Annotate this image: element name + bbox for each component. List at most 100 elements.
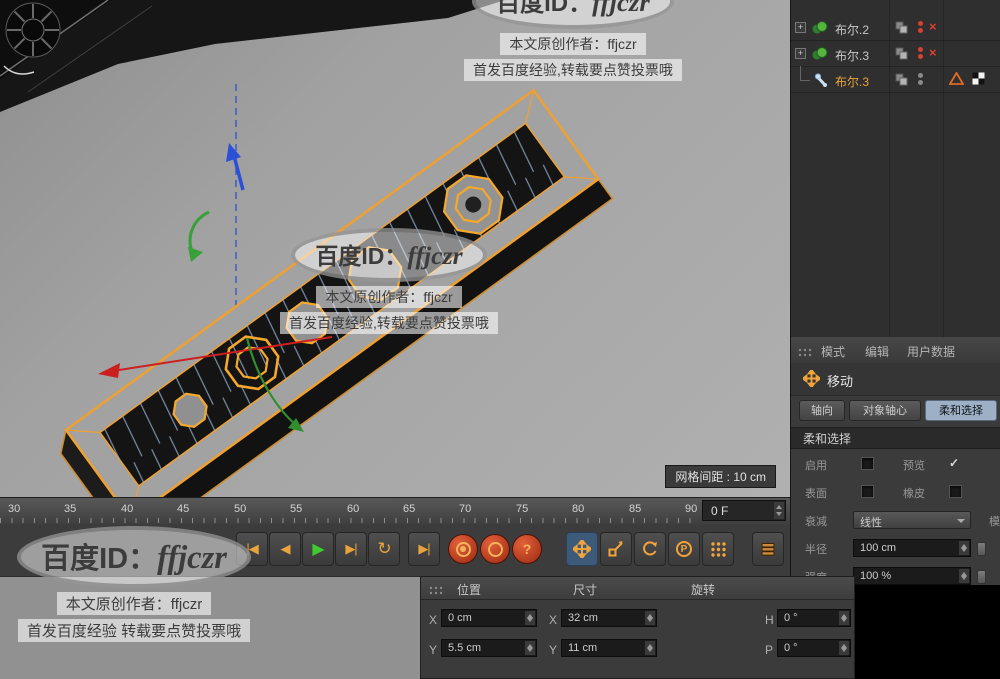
frame-tick: 60: [347, 503, 360, 515]
soft-selection-button[interactable]: 柔和选择: [925, 400, 997, 421]
size-y-field[interactable]: 11 cm: [561, 639, 657, 657]
spinner-arrows[interactable]: [645, 641, 655, 655]
pos-x-field[interactable]: 0 cm: [441, 609, 537, 627]
frame-tick: 80: [572, 503, 585, 515]
visibility-dots-icon[interactable]: [918, 46, 924, 62]
panel-grip-icon[interactable]: [429, 583, 443, 601]
falloff-dropdown[interactable]: 线性: [853, 511, 971, 529]
active-tool-header: 移动: [791, 363, 1000, 396]
radius-field[interactable]: 100 cm: [853, 539, 971, 557]
spinner-arrows[interactable]: [525, 641, 535, 655]
spinner-arrows[interactable]: [525, 611, 535, 625]
layer-icon[interactable]: [895, 73, 908, 86]
last-tool-button[interactable]: P: [668, 532, 700, 566]
pos-y-field[interactable]: 5.5 cm: [441, 639, 537, 657]
watermark-author-line: 本文原创作者：ffjczr: [500, 33, 646, 55]
boolean-object-icon: [811, 46, 829, 62]
radius-value: 100 cm: [860, 542, 897, 554]
grid-spacing-badge: 网格间距 : 10 cm: [665, 465, 776, 488]
tool-title: 移动: [827, 374, 854, 389]
rot-p-field[interactable]: 0 °: [777, 639, 851, 657]
rot-h-field[interactable]: 0 °: [777, 609, 851, 627]
rot-h-label: H: [765, 613, 774, 627]
object-label[interactable]: 布尔.3: [835, 73, 869, 90]
spinner-arrows[interactable]: [839, 641, 849, 655]
rotation-header: 旋转: [691, 583, 716, 597]
bone-object-icon: [813, 72, 831, 88]
position-header: 位置: [457, 583, 482, 597]
loop-playback-button[interactable]: ↻: [368, 532, 400, 566]
watermark-slogan-line: 首发百度经验,转载要点赞投票哦: [280, 312, 498, 334]
rotate-tool-button[interactable]: [634, 532, 666, 566]
surface-label: 表面: [805, 488, 827, 500]
watermark-oval: 百度ID：ffjczr: [291, 228, 487, 282]
frame-tick: 50: [234, 503, 247, 515]
disabled-icon[interactable]: ×: [929, 45, 937, 60]
help-keyframe-button[interactable]: ?: [512, 534, 542, 564]
snap-grid-button[interactable]: [702, 532, 734, 566]
move-tool-icon: [801, 368, 822, 392]
goto-end-button[interactable]: ▶|: [408, 532, 440, 566]
object-row[interactable]: + 布尔.3 ×: [791, 42, 1000, 67]
texture-checker-tag-icon[interactable]: [971, 71, 986, 90]
object-label[interactable]: 布尔.2: [835, 21, 869, 38]
frame-tick: 70: [459, 503, 472, 515]
object-axis-button[interactable]: 对象轴心: [849, 400, 921, 421]
attribute-tab-bar: 模式 编辑 用户数据: [791, 337, 1000, 364]
spinner-arrows[interactable]: [959, 541, 969, 555]
spinner-arrows[interactable]: [774, 502, 784, 519]
play-button[interactable]: ▶: [302, 532, 334, 566]
tab-edit[interactable]: 编辑: [865, 343, 889, 360]
slider-knob[interactable]: [977, 542, 986, 556]
visibility-dots-icon[interactable]: [918, 72, 924, 88]
expand-toggle-icon[interactable]: +: [795, 22, 806, 33]
rot-p-value: 0 °: [784, 642, 798, 654]
object-label[interactable]: 布尔.3: [835, 47, 869, 64]
tab-user-data[interactable]: 用户数据: [907, 343, 955, 360]
eraser-checkbox[interactable]: [949, 485, 962, 498]
redacted-black-area: [855, 585, 1000, 679]
panel-grip-icon[interactable]: [798, 345, 812, 363]
size-x-field[interactable]: 32 cm: [561, 609, 657, 627]
phong-triangle-tag-icon[interactable]: [948, 71, 965, 90]
timeline-ruler[interactable]: 30 35 40 45 50 55 60 65 70 75 80 85 90 0…: [0, 497, 790, 526]
autokey-button[interactable]: [480, 534, 510, 564]
tool-mode-buttons: 轴向 对象轴心 柔和选择: [791, 395, 1000, 427]
layer-icon[interactable]: [895, 21, 908, 34]
soft-selection-section-header[interactable]: 柔和选择: [791, 427, 1000, 449]
current-frame-field[interactable]: 0 F: [702, 500, 786, 521]
spinner-arrows[interactable]: [645, 611, 655, 625]
frame-tick: 55: [290, 503, 303, 515]
watermark-stamp-bottom: 百度ID：ffjczr 本文原创作者：ffjczr 首发百度经验 转载要点赞投票…: [0, 526, 284, 642]
strength-field[interactable]: 100 %: [853, 567, 971, 585]
next-frame-button[interactable]: ▶|: [335, 532, 367, 566]
background-model: [0, 0, 505, 112]
axis-mode-button[interactable]: 轴向: [799, 400, 845, 421]
visibility-dots-icon[interactable]: [918, 20, 924, 36]
size-x-label: X: [549, 613, 558, 627]
expand-toggle-icon[interactable]: +: [795, 48, 806, 59]
layer-icon[interactable]: [895, 47, 908, 60]
frame-tick: 45: [177, 503, 190, 515]
preview-checkmark[interactable]: ✓: [949, 456, 959, 470]
falloff-row: 衰减 线性 模: [791, 506, 1000, 534]
enable-row: 启用 预览 ✓: [791, 450, 1000, 478]
slider-knob[interactable]: [977, 570, 986, 584]
record-keyframe-button[interactable]: [448, 534, 478, 564]
watermark-author-line: 本文原创作者：ffjczr: [56, 592, 212, 615]
object-row[interactable]: + 布尔.2 ×: [791, 16, 1000, 41]
enable-checkbox[interactable]: [861, 457, 874, 470]
watermark-slogan-line: 首发百度经验,转载要点赞投票哦: [464, 59, 682, 81]
spinner-arrows[interactable]: [959, 569, 969, 583]
object-row-selected[interactable]: 布尔.3: [791, 66, 1000, 93]
z-axis-arrow[interactable]: [226, 143, 245, 191]
surface-checkbox[interactable]: [861, 485, 874, 498]
frame-tick: 30: [8, 503, 21, 515]
move-tool-button[interactable]: [566, 532, 598, 566]
scale-tool-button[interactable]: [600, 532, 632, 566]
tab-mode[interactable]: 模式: [821, 343, 845, 360]
layer-stack-button[interactable]: [752, 532, 784, 566]
spinner-arrows[interactable]: [839, 611, 849, 625]
disabled-icon[interactable]: ×: [929, 19, 937, 34]
watermark-oval: 百度ID：ffjczr: [472, 0, 674, 29]
